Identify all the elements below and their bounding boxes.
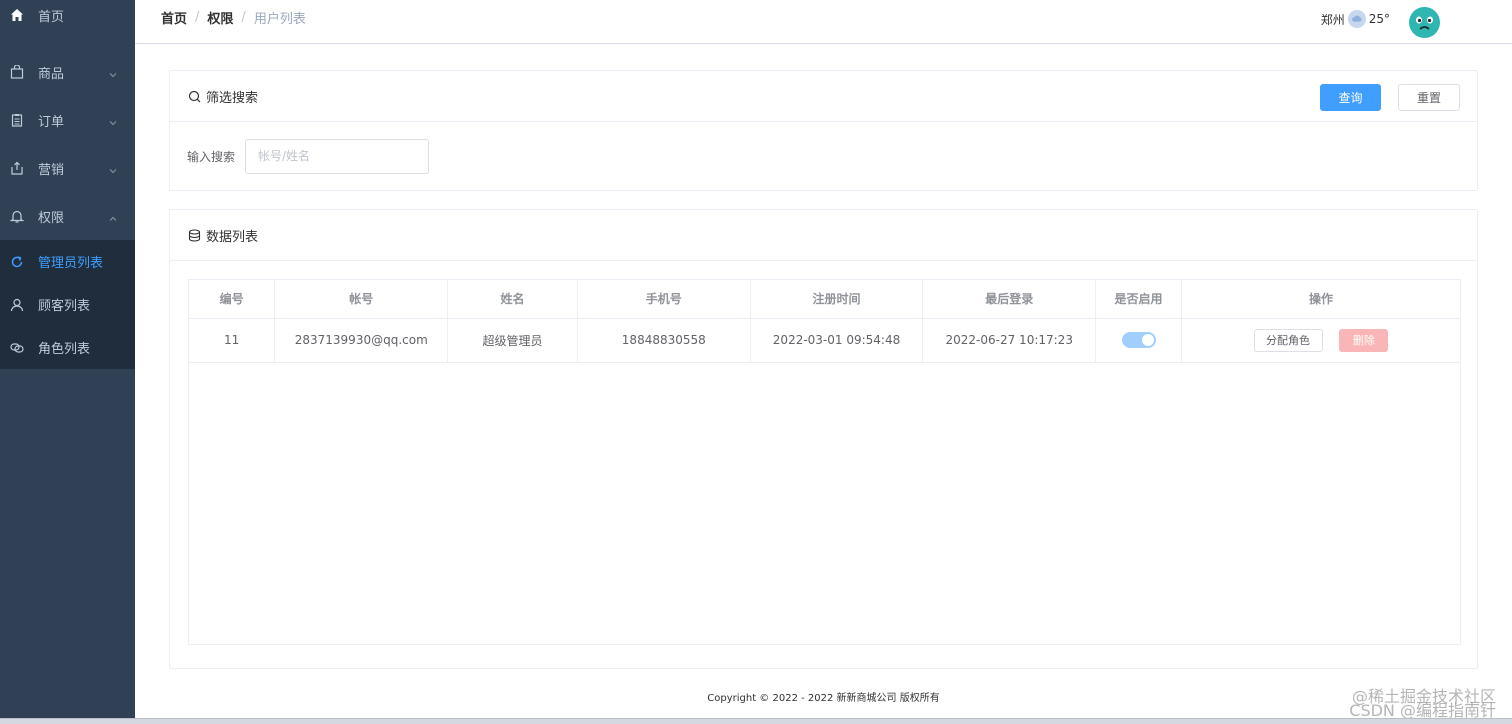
breadcrumb-current: 用户列表 xyxy=(253,12,306,27)
column-header-phone: 手机号 xyxy=(577,280,751,319)
sidebar-item-permission[interactable]: 权限 xyxy=(0,192,135,240)
sidebar-item-customer-list[interactable]: 顾客列表 xyxy=(0,283,135,326)
breadcrumb-separator: / xyxy=(195,10,200,25)
chevron-down-icon xyxy=(109,116,117,126)
breadcrumb-home[interactable]: 首页 xyxy=(161,8,187,27)
cell-phone: 18848830558 xyxy=(577,318,751,363)
sidebar-item-label: 营销 xyxy=(38,162,65,178)
data-list-header: 数据列表 xyxy=(170,210,1477,261)
sidebar: 首页 商品 订单 营销 权限 管理员列表 顾客列表 角色列表 xyxy=(0,0,135,724)
cell-enabled xyxy=(1095,318,1182,363)
search-label: 输入搜索 xyxy=(187,149,236,164)
sidebar-item-label: 管理员列表 xyxy=(38,256,104,271)
cell-last-login: 2022-06-27 10:17:23 xyxy=(922,318,1097,363)
cell-register-time: 2022-03-01 09:54:48 xyxy=(750,318,924,363)
sidebar-item-label: 权限 xyxy=(38,210,65,226)
weather-city: 郑州 xyxy=(1320,12,1345,27)
sidebar-item-label: 订单 xyxy=(38,114,65,130)
avatar[interactable] xyxy=(1409,7,1440,38)
link-icon xyxy=(10,341,24,355)
cell-actions: 分配角色 删除 xyxy=(1181,318,1460,363)
breadcrumb: 首页 / 权限 / 用户列表 xyxy=(161,8,306,27)
delete-button[interactable]: 删除 xyxy=(1339,328,1389,352)
sidebar-item-label: 首页 xyxy=(38,9,65,25)
query-button[interactable]: 查询 xyxy=(1320,84,1381,111)
table-row: 11 2837139930@qq.com 超级管理员 18848830558 2… xyxy=(189,318,1460,363)
sidebar-item-admin-list[interactable]: 管理员列表 xyxy=(0,240,135,283)
cloud-icon xyxy=(1347,10,1366,28)
weather-temperature: 25° xyxy=(1368,12,1390,26)
cell-name: 超级管理员 xyxy=(447,318,578,363)
column-header-enabled: 是否启用 xyxy=(1095,280,1182,319)
chevron-down-icon xyxy=(109,164,117,174)
column-header-id: 编号 xyxy=(189,280,276,319)
sidebar-item-orders[interactable]: 订单 xyxy=(0,96,135,144)
cell-account: 2837139930@qq.com xyxy=(274,318,449,363)
sidebar-item-home[interactable]: 首页 xyxy=(0,0,135,30)
search-row: 输入搜索 xyxy=(170,122,1477,190)
admin-table: 编号 帐号 姓名 手机号 注册时间 最后登录 是否启用 操作 11 283713… xyxy=(188,279,1461,645)
sidebar-item-role-list[interactable]: 角色列表 xyxy=(0,326,135,369)
user-icon xyxy=(10,298,24,312)
refresh-icon xyxy=(10,255,24,269)
bell-icon xyxy=(10,209,24,223)
top-navbar: 首页 / 权限 / 用户列表 郑州 25° xyxy=(135,0,1512,44)
filter-card-header: 筛选搜索 查询 重置 xyxy=(170,71,1477,122)
chevron-down-icon xyxy=(109,68,117,78)
sidebar-item-label: 商品 xyxy=(38,66,65,82)
enabled-toggle[interactable] xyxy=(1121,332,1156,348)
search-input[interactable] xyxy=(245,138,430,174)
filter-title: 筛选搜索 xyxy=(206,90,259,106)
filter-card: 筛选搜索 查询 重置 输入搜索 xyxy=(169,70,1478,191)
share-icon xyxy=(10,161,24,175)
database-icon xyxy=(188,228,201,242)
footer-copyright: Copyright © 2022 - 2022 新新商城公司 版权所有 xyxy=(707,693,940,704)
table-header-row: 编号 帐号 姓名 手机号 注册时间 最后登录 是否启用 操作 xyxy=(189,280,1460,319)
assign-role-button[interactable]: 分配角色 xyxy=(1253,328,1323,352)
column-header-actions: 操作 xyxy=(1181,280,1460,319)
column-header-last-login: 最后登录 xyxy=(922,280,1097,319)
column-header-account: 帐号 xyxy=(274,280,449,319)
chevron-up-icon xyxy=(109,212,117,221)
toggle-knob xyxy=(1141,334,1154,346)
column-header-name: 姓名 xyxy=(447,280,578,319)
data-list-title: 数据列表 xyxy=(206,229,259,245)
reset-button[interactable]: 重置 xyxy=(1398,84,1460,111)
column-header-register-time: 注册时间 xyxy=(750,280,924,319)
breadcrumb-separator: / xyxy=(241,10,246,25)
cell-id: 11 xyxy=(189,318,276,363)
sidebar-item-goods[interactable]: 商品 xyxy=(0,48,135,96)
sidebar-item-marketing[interactable]: 营销 xyxy=(0,144,135,192)
clipboard-icon xyxy=(10,113,24,127)
home-icon xyxy=(10,8,24,22)
data-list-card: 数据列表 编号 帐号 姓名 手机号 注册时间 最后登录 是否启用 操作 11 2… xyxy=(169,209,1478,669)
os-taskbar xyxy=(0,718,1512,724)
sidebar-item-label: 顾客列表 xyxy=(38,299,91,314)
shopping-bag-icon xyxy=(10,65,24,79)
permission-submenu: 管理员列表 顾客列表 角色列表 xyxy=(0,240,135,369)
weather-widget: 郑州 25° xyxy=(1321,10,1390,28)
search-icon xyxy=(188,90,201,103)
sidebar-item-label: 角色列表 xyxy=(38,342,91,357)
breadcrumb-permission[interactable]: 权限 xyxy=(207,8,233,27)
